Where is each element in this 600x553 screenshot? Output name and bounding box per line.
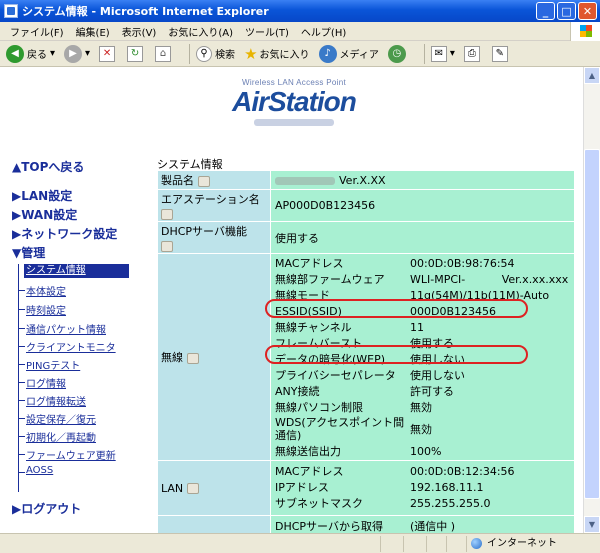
nav-network-settings[interactable]: ▶ネットワーク設定: [12, 225, 117, 242]
menu-edit[interactable]: 編集(E): [70, 24, 116, 39]
menu-help[interactable]: ヘルプ(H): [295, 24, 352, 39]
table-row-lan: LAN MACアドレス 00:0D:0B:12:34:56 IPアドレス 192.1…: [158, 461, 574, 515]
table-row: 製品名 Ver.X.XX: [158, 171, 574, 189]
logo-blurred-subtitle: [254, 119, 334, 126]
row-label: 無線: [158, 254, 270, 460]
wep-highlight: [265, 345, 528, 364]
media-icon: ♪: [318, 44, 337, 63]
airstation-logo: Wireless LAN Access Point AirStation: [214, 78, 374, 148]
menu-view[interactable]: 表示(V): [116, 24, 163, 39]
back-arrow-icon: ◀: [6, 44, 24, 63]
help-icon[interactable]: [161, 240, 173, 252]
row-label: 製品名: [158, 171, 270, 189]
nav-tree-line: [18, 264, 19, 492]
windows-flag-icon: [570, 22, 600, 41]
search-icon: ⚲: [196, 45, 213, 62]
nav-logout[interactable]: ▶ログアウト: [12, 500, 81, 517]
row-value: MACアドレス 00:0D:0B:12:34:56 IPアドレス 192.168.1…: [271, 461, 574, 515]
nav-lan-settings[interactable]: ▶LAN設定: [12, 187, 72, 204]
window-titlebar: システム情報 - Microsoft Internet Explorer _ □…: [0, 0, 600, 22]
forward-arrow-icon: ▶: [64, 44, 83, 63]
table-row: DHCPサーバ機能 使用する: [158, 222, 574, 253]
help-icon[interactable]: [187, 352, 199, 364]
stop-button[interactable]: ✕: [99, 45, 118, 62]
nav-item-system-info[interactable]: システム情報: [24, 264, 129, 278]
history-button[interactable]: ◷: [387, 44, 409, 63]
search-button[interactable]: ⚲ 検索: [196, 45, 236, 62]
search-label: 検索: [215, 50, 236, 61]
row-label: DHCPサーバ機能: [158, 222, 270, 253]
row-value: 使用する: [271, 222, 574, 253]
mail-icon: ✉: [430, 45, 447, 62]
favorites-button[interactable]: ★ お気に入り: [244, 45, 309, 63]
home-button[interactable]: ⌂: [155, 45, 174, 62]
edit-button[interactable]: ✎: [491, 45, 511, 62]
menu-favorites[interactable]: お気に入り(A): [162, 24, 239, 39]
mail-button[interactable]: ✉ ▾: [430, 45, 455, 62]
browser-toolbar: ◀ 戻る ▾ ▶ ▾ ✕ ↻ ⌂ ⚲ 検索 ★ お気に入り ♪ メディア ◷ ✉ ▾ …: [0, 41, 600, 67]
history-icon: ◷: [387, 44, 406, 63]
back-label: 戻る: [27, 50, 47, 61]
nav-item-ping-test[interactable]: PINGテスト: [26, 357, 80, 372]
status-bar: インターネット: [0, 533, 600, 553]
back-button[interactable]: ◀ 戻る ▾: [6, 44, 55, 63]
minimize-button[interactable]: _: [536, 2, 555, 20]
nav-item-time-settings[interactable]: 時刻設定: [26, 302, 66, 317]
row-value: Ver.X.XX: [271, 171, 574, 189]
nav-item-client-monitor[interactable]: クライアントモニタ: [26, 339, 116, 354]
nav-item-reset-reboot[interactable]: 初期化／再起動: [26, 429, 96, 444]
close-button[interactable]: ✕: [578, 2, 597, 20]
essid-highlight: [265, 299, 528, 318]
edit-icon: ✎: [491, 45, 508, 62]
refresh-icon: ↻: [127, 45, 144, 62]
nav-item-log-transfer[interactable]: ログ情報転送: [26, 393, 86, 408]
vertical-scrollbar[interactable]: ▲ ▼: [583, 67, 600, 533]
help-icon[interactable]: [187, 483, 200, 494]
nav-item-aoss[interactable]: AOSS: [26, 465, 53, 476]
home-icon: ⌂: [155, 45, 172, 62]
favorites-label: お気に入り: [259, 50, 310, 61]
logo-name: AirStation: [232, 86, 357, 117]
lan-details: MACアドレス 00:0D:0B:12:34:56 IPアドレス 192.168.1…: [275, 464, 515, 510]
scroll-down-arrow-icon[interactable]: ▼: [584, 516, 600, 533]
nav-top-link[interactable]: ▲TOPへ戻る: [12, 158, 84, 175]
scroll-up-arrow-icon[interactable]: ▲: [584, 67, 600, 84]
scroll-thumb[interactable]: [584, 149, 600, 499]
nav-wan-settings[interactable]: ▶WAN設定: [12, 206, 77, 223]
forward-button[interactable]: ▶ ▾: [64, 44, 90, 63]
help-icon[interactable]: [198, 175, 210, 187]
media-button[interactable]: ♪ メディア: [318, 44, 379, 63]
nav-item-firmware-update[interactable]: ファームウェア更新: [26, 447, 116, 462]
nav-item-packet-info[interactable]: 通信パケット情報: [26, 321, 106, 336]
star-icon: ★: [244, 44, 258, 63]
menu-bar: ファイル(F) 編集(E) 表示(V) お気に入り(A) ツール(T) ヘルプ(…: [0, 22, 600, 41]
media-label: メディア: [339, 50, 379, 61]
window-title: システム情報 - Microsoft Internet Explorer: [22, 5, 269, 18]
nav-item-save-restore[interactable]: 設定保存／復元: [26, 411, 96, 426]
nav-item-log-info[interactable]: ログ情報: [26, 375, 66, 390]
blurred-product-name: [275, 176, 335, 185]
row-label: LAN: [158, 461, 270, 515]
nav-item-device-settings[interactable]: 本体設定: [26, 283, 66, 298]
maximize-button[interactable]: □: [557, 2, 576, 20]
nav-admin[interactable]: ▼管理: [12, 244, 45, 261]
row-label: [158, 516, 270, 533]
table-row: エアステーション名 AP000D0B123456: [158, 190, 574, 221]
help-icon[interactable]: [161, 208, 173, 220]
page-content: Wireless LAN Access Point AirStation ▲TO…: [0, 67, 583, 533]
row-label: エアステーション名: [158, 190, 270, 221]
refresh-button[interactable]: ↻: [127, 45, 146, 62]
row-value: AP000D0B123456: [271, 190, 574, 221]
printer-icon: ⎙: [463, 45, 480, 62]
stop-icon: ✕: [99, 45, 116, 62]
security-zone: インターネット: [466, 536, 557, 552]
table-row-wan: DHCPサーバから取得 (通信中 ): [158, 516, 574, 533]
print-button[interactable]: ⎙: [463, 45, 483, 62]
row-value: DHCPサーバから取得 (通信中 ): [271, 516, 574, 533]
menu-file[interactable]: ファイル(F): [4, 24, 70, 39]
ie-app-icon: [4, 4, 18, 18]
menu-tools[interactable]: ツール(T): [239, 24, 295, 39]
